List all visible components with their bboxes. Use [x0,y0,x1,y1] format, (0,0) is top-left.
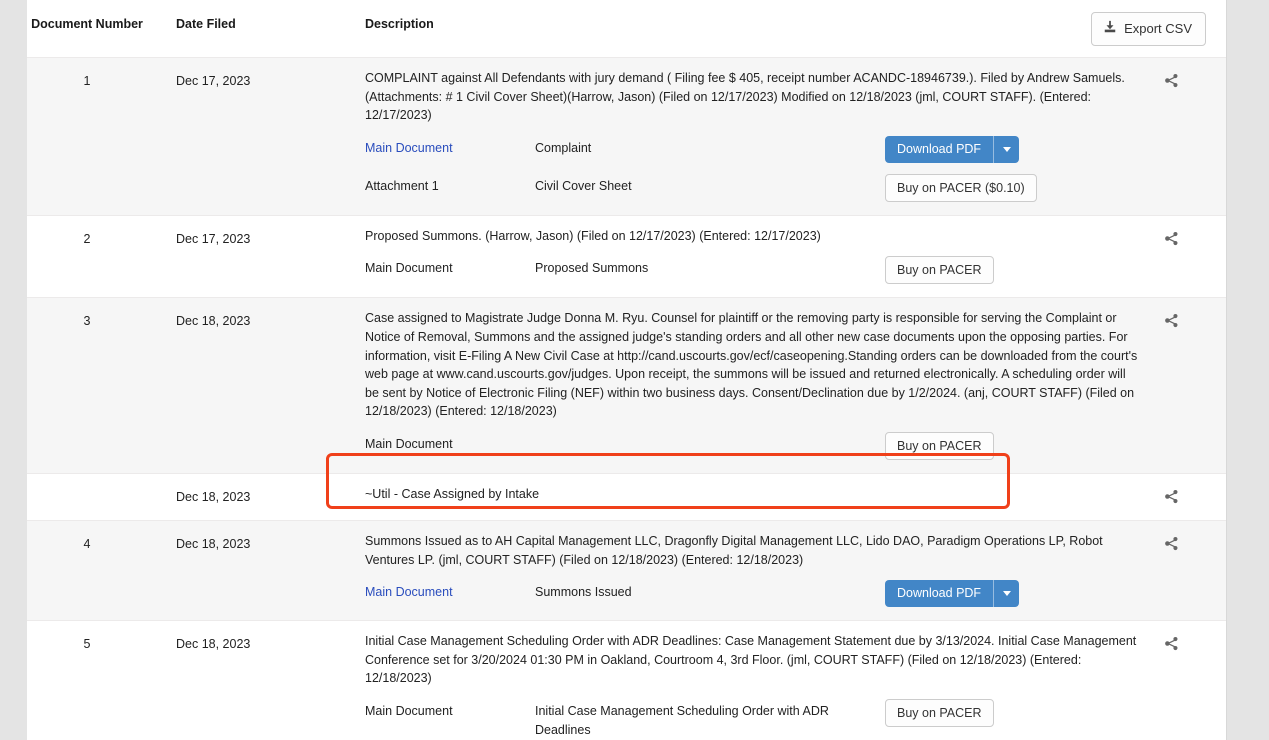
attachment-action: Buy on PACER [885,431,1085,460]
share-icon[interactable] [1164,231,1179,246]
attachment-link[interactable]: Main Document [365,580,535,602]
cell-document-number: 2 [83,231,91,246]
cell-share [1156,632,1226,651]
table-row: 1 Dec 17, 2023 COMPLAINT against All Defen… [27,57,1226,215]
cell-date-filed: Dec 17, 2023 [176,231,251,246]
attachment-title: Initial Case Management Scheduling Order… [535,703,829,737]
attachment-row: Main Document Proposed Summons Buy on PACE… [365,256,1142,285]
attachment-link[interactable]: Main Document [365,136,535,158]
attachment-title: Civil Cover Sheet [535,178,632,193]
attachment-row: Attachment 1 Civil Cover Sheet Buy on PACE… [365,173,1142,202]
docket-entry-text: COMPLAINT against All Defendants with ju… [365,71,1125,123]
cell-date-filed: Dec 17, 2023 [176,74,251,88]
cell-date-filed: Dec 18, 2023 [176,489,251,504]
attachment-action: Buy on PACER [885,256,1085,285]
table-row: 3 Dec 18, 2023 Case assigned to Magistrate… [27,297,1226,473]
cell-date-filed: Dec 18, 2023 [176,536,251,551]
cell-description: ~Util - Case Assigned by Intake [342,485,1156,506]
column-header-description: Description [365,17,434,31]
buy-on-pacer-button[interactable]: Buy on PACER ($0.10) [885,173,1037,202]
share-icon[interactable] [1164,489,1179,504]
page-root: Document Number Date Filed Description E… [0,0,1269,740]
docket-entry-text: Case assigned to Magistrate Judge Donna … [365,311,1138,419]
attachment-label: Attachment 1 [365,178,439,193]
export-csv-label: Export CSV [1124,21,1192,36]
cell-share [1156,309,1226,328]
attachment-action: Buy on PACER [885,698,1085,727]
attachment-row: Main Document Buy on PACER [365,431,1142,460]
docket-entry-text: ~Util - Case Assigned by Intake [365,486,540,501]
share-icon[interactable] [1164,73,1179,88]
download-pdf-button[interactable]: Download PDF [885,135,1020,163]
docket-table-body: 1 Dec 17, 2023 COMPLAINT against All Defen… [27,57,1226,740]
cell-share [1156,69,1226,88]
page-right-margin [1226,0,1269,740]
attachment-action: Download PDF [885,580,1085,608]
share-icon[interactable] [1164,636,1179,651]
attachment-label: Main Document [365,436,453,451]
buy-on-pacer-button[interactable]: Buy on PACER [885,431,994,460]
column-header-date-filed: Date Filed [176,17,236,31]
attachment-title [535,432,885,435]
table-row: 4 Dec 18, 2023 Summons Issued as to AH Cap… [27,519,1226,621]
table-header-row: Document Number Date Filed Description E… [27,0,1226,57]
cell-date-filed: Dec 18, 2023 [176,637,251,652]
cell-description: Proposed Summons. (Harrow, Jason) (Filed… [342,227,1156,285]
download-icon [1103,20,1117,38]
cell-document-number: 1 [83,74,91,88]
table-row: 5 Dec 18, 2023 Initial Case Management Sch… [27,620,1226,740]
attachment-label: Main Document [365,261,453,276]
cell-document-number: 4 [83,536,91,551]
export-csv-container: Export CSV [1091,12,1206,46]
cell-document-number: 5 [83,637,91,652]
cell-share [1156,227,1226,246]
cell-share [1156,532,1226,551]
attachment-row: Main Document Summons Issued Download PDF [365,580,1142,608]
cell-description: Case assigned to Magistrate Judge Donna … [342,309,1156,460]
docket-entry-text: Initial Case Management Scheduling Order… [365,634,1137,686]
cell-description: COMPLAINT against All Defendants with ju… [342,69,1156,202]
attachment-row: Main Document Complaint Download PDF [365,135,1142,163]
attachment-title: Complaint [535,140,592,155]
attachment-action: Download PDF [885,135,1085,163]
buy-on-pacer-button[interactable]: Buy on PACER [885,698,994,727]
download-pdf-button[interactable]: Download PDF [885,580,1020,608]
cell-document-number: 3 [83,314,91,329]
attachment-action: Buy on PACER ($0.10) [885,173,1085,202]
buy-on-pacer-button[interactable]: Buy on PACER [885,256,994,285]
chevron-down-icon[interactable] [993,580,1019,608]
download-pdf-label: Download PDF [897,586,982,601]
share-icon[interactable] [1164,313,1179,328]
download-pdf-label: Download PDF [897,141,982,156]
docket-entry-text: Proposed Summons. (Harrow, Jason) (Filed… [365,228,821,243]
cell-document-number [27,485,147,488]
cell-description: Summons Issued as to AH Capital Manageme… [342,532,1156,608]
chevron-down-icon[interactable] [993,135,1019,163]
column-header-document-number: Document Number [31,17,143,31]
cell-share [1156,485,1226,504]
table-row: Dec 18, 2023 ~Util - Case Assigned by Int… [27,472,1226,520]
attachment-title: Proposed Summons [535,261,649,276]
docket-entry-text: Summons Issued as to AH Capital Manageme… [365,533,1103,567]
export-csv-button[interactable]: Export CSV [1091,12,1206,46]
table-row: 2 Dec 17, 2023 Proposed Summons. (Harrow, … [27,214,1226,298]
attachment-row: Main Document Initial Case Management Sch… [365,698,1142,740]
attachment-label: Main Document [365,703,453,718]
share-icon[interactable] [1164,536,1179,551]
docket-table-card: Document Number Date Filed Description E… [27,0,1226,740]
cell-description: Initial Case Management Scheduling Order… [342,632,1156,740]
attachment-title: Summons Issued [535,585,632,600]
cell-date-filed: Dec 18, 2023 [176,314,251,329]
